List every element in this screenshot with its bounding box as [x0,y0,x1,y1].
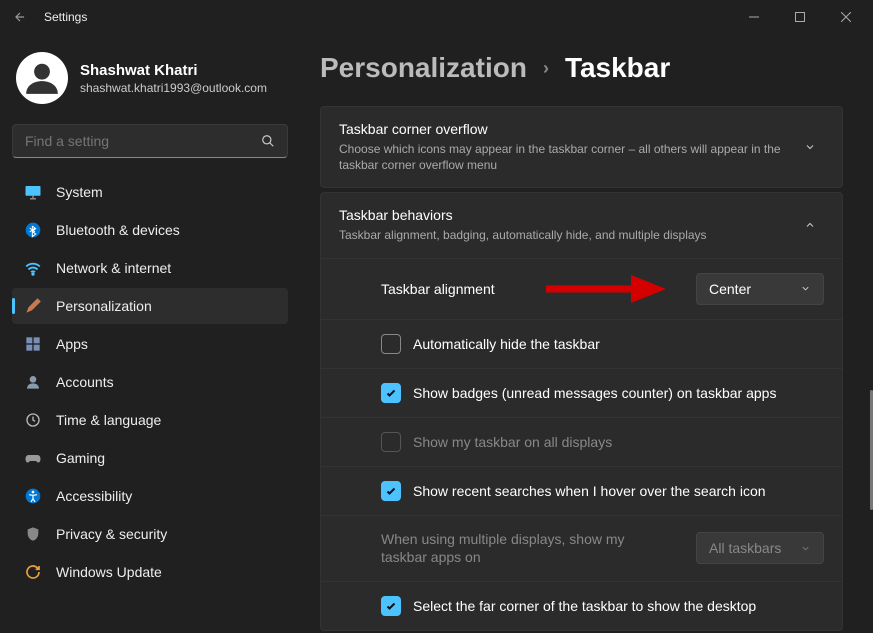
section-overflow[interactable]: Taskbar corner overflow Choose which ico… [320,106,843,188]
chevron-down-icon [800,283,811,294]
chevron-right-icon: › [543,58,549,79]
nav-label: System [56,184,103,200]
back-button[interactable] [4,10,36,24]
wifi-icon [24,259,42,277]
autohide-label: Automatically hide the taskbar [413,336,824,352]
nav-label: Apps [56,336,88,352]
sidebar-item-personalization[interactable]: Personalization [12,288,288,324]
breadcrumb-current: Taskbar [565,52,670,84]
breadcrumb-parent[interactable]: Personalization [320,52,527,84]
row-badges[interactable]: Show badges (unread messages counter) on… [321,368,842,417]
nav-label: Privacy & security [56,526,167,542]
row-alignment: Taskbar alignment Center [321,258,842,319]
clock-icon [24,411,42,429]
sidebar: Shashwat Khatri shashwat.khatri1993@outl… [0,34,300,633]
farcorner-label: Select the far corner of the taskbar to … [413,598,824,614]
multishow-label: Show my taskbar on all displays [413,434,824,450]
recent-label: Show recent searches when I hover over t… [413,483,824,499]
avatar [16,52,68,104]
alignment-dropdown[interactable]: Center [696,273,824,305]
farcorner-checkbox[interactable] [381,596,401,616]
close-button[interactable] [823,3,869,31]
multiapps-dropdown: All taskbars [696,532,824,564]
row-multiapps: When using multiple displays, show my ta… [321,515,842,582]
section-title: Taskbar behaviors [339,207,782,223]
nav-label: Time & language [56,412,161,428]
breadcrumb: Personalization › Taskbar [320,52,843,84]
chevron-down-icon [800,543,811,554]
nav-label: Network & internet [56,260,171,276]
sidebar-item-network[interactable]: Network & internet [12,250,288,286]
nav: System Bluetooth & devices Network & int… [12,174,288,590]
shield-icon [24,525,42,543]
window-title: Settings [36,10,87,24]
sidebar-item-time[interactable]: Time & language [12,402,288,438]
chevron-up-icon[interactable] [796,219,824,231]
nav-label: Accessibility [56,488,132,504]
sidebar-item-system[interactable]: System [12,174,288,210]
nav-label: Windows Update [56,564,162,580]
nav-label: Gaming [56,450,105,466]
sidebar-item-gaming[interactable]: Gaming [12,440,288,476]
search-icon [261,134,275,148]
search-input[interactable] [12,124,288,158]
alignment-label: Taskbar alignment [381,281,696,297]
autohide-checkbox[interactable] [381,334,401,354]
section-behaviors-header[interactable]: Taskbar behaviors Taskbar alignment, bad… [321,193,842,257]
section-subtitle: Choose which icons may appear in the tas… [339,141,782,173]
alignment-value: Center [709,281,792,297]
apps-icon [24,335,42,353]
update-icon [24,563,42,581]
accessibility-icon [24,487,42,505]
brush-icon [24,297,42,315]
monitor-icon [24,183,42,201]
multiapps-label: When using multiple displays, show my ta… [381,530,631,568]
row-recent[interactable]: Show recent searches when I hover over t… [321,466,842,515]
titlebar: Settings [0,0,873,34]
main-content: Personalization › Taskbar Taskbar corner… [300,34,873,633]
section-behaviors: Taskbar behaviors Taskbar alignment, bad… [320,192,843,631]
chevron-down-icon[interactable] [796,141,824,153]
sidebar-item-accounts[interactable]: Accounts [12,364,288,400]
bluetooth-icon [24,221,42,239]
recent-checkbox[interactable] [381,481,401,501]
maximize-button[interactable] [777,3,823,31]
row-multishow: Show my taskbar on all displays [321,417,842,466]
person-icon [24,373,42,391]
nav-label: Bluetooth & devices [56,222,180,238]
sidebar-item-privacy[interactable]: Privacy & security [12,516,288,552]
nav-label: Personalization [56,298,152,314]
row-farcorner[interactable]: Select the far corner of the taskbar to … [321,581,842,630]
sidebar-item-bluetooth[interactable]: Bluetooth & devices [12,212,288,248]
sidebar-item-apps[interactable]: Apps [12,326,288,362]
nav-label: Accounts [56,374,114,390]
profile-name: Shashwat Khatri [80,62,267,79]
profile-email: shashwat.khatri1993@outlook.com [80,81,267,95]
gamepad-icon [24,449,42,467]
window-controls [731,3,869,31]
sidebar-item-accessibility[interactable]: Accessibility [12,478,288,514]
row-autohide[interactable]: Automatically hide the taskbar [321,319,842,368]
multishow-checkbox [381,432,401,452]
profile[interactable]: Shashwat Khatri shashwat.khatri1993@outl… [12,44,288,120]
multiapps-value: All taskbars [709,540,792,556]
minimize-button[interactable] [731,3,777,31]
sidebar-item-update[interactable]: Windows Update [12,554,288,590]
badges-checkbox[interactable] [381,383,401,403]
section-subtitle: Taskbar alignment, badging, automaticall… [339,227,782,243]
section-title: Taskbar corner overflow [339,121,782,137]
search-field[interactable] [25,133,261,149]
badges-label: Show badges (unread messages counter) on… [413,385,824,401]
